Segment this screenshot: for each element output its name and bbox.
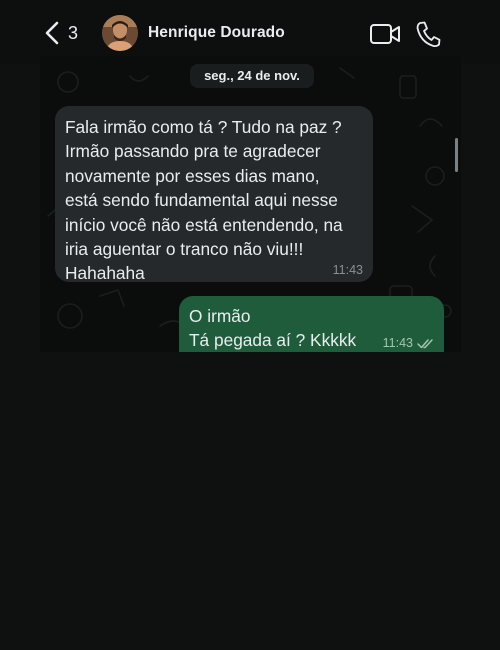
outgoing-message[interactable]: O irmão Tá pegada aí ? Kkkkk 11:43 xyxy=(179,296,444,352)
scrollbar[interactable] xyxy=(455,138,458,172)
unread-count: 3 xyxy=(68,22,79,43)
message-time: 11:43 xyxy=(382,336,413,350)
chat-area[interactable]: seg., 24 de nov. Fala irmão como tá ? Tu… xyxy=(40,56,461,352)
back-button[interactable]: 3 xyxy=(44,18,78,48)
video-camera-icon xyxy=(370,24,400,44)
chevron-left-icon xyxy=(45,21,59,45)
message-meta: 11:43 xyxy=(383,336,435,350)
video-call-button[interactable] xyxy=(369,22,401,46)
avatar[interactable] xyxy=(102,15,138,51)
date-separator: seg., 24 de nov. xyxy=(190,64,314,88)
contact-name[interactable]: Henrique Dourado xyxy=(148,24,285,42)
phone-icon xyxy=(416,21,441,47)
incoming-message[interactable]: Fala irmão como tá ? Tudo na paz ? Irmão… xyxy=(55,106,373,283)
chat-header: 3 Henrique Dourado xyxy=(0,0,500,64)
message-time: 11:43 xyxy=(332,263,363,277)
voice-call-button[interactable] xyxy=(415,20,441,48)
avatar-image xyxy=(102,15,138,51)
message-text: Fala irmão como tá ? Tudo na paz ? Irmão… xyxy=(65,117,343,284)
double-check-icon xyxy=(417,338,433,348)
